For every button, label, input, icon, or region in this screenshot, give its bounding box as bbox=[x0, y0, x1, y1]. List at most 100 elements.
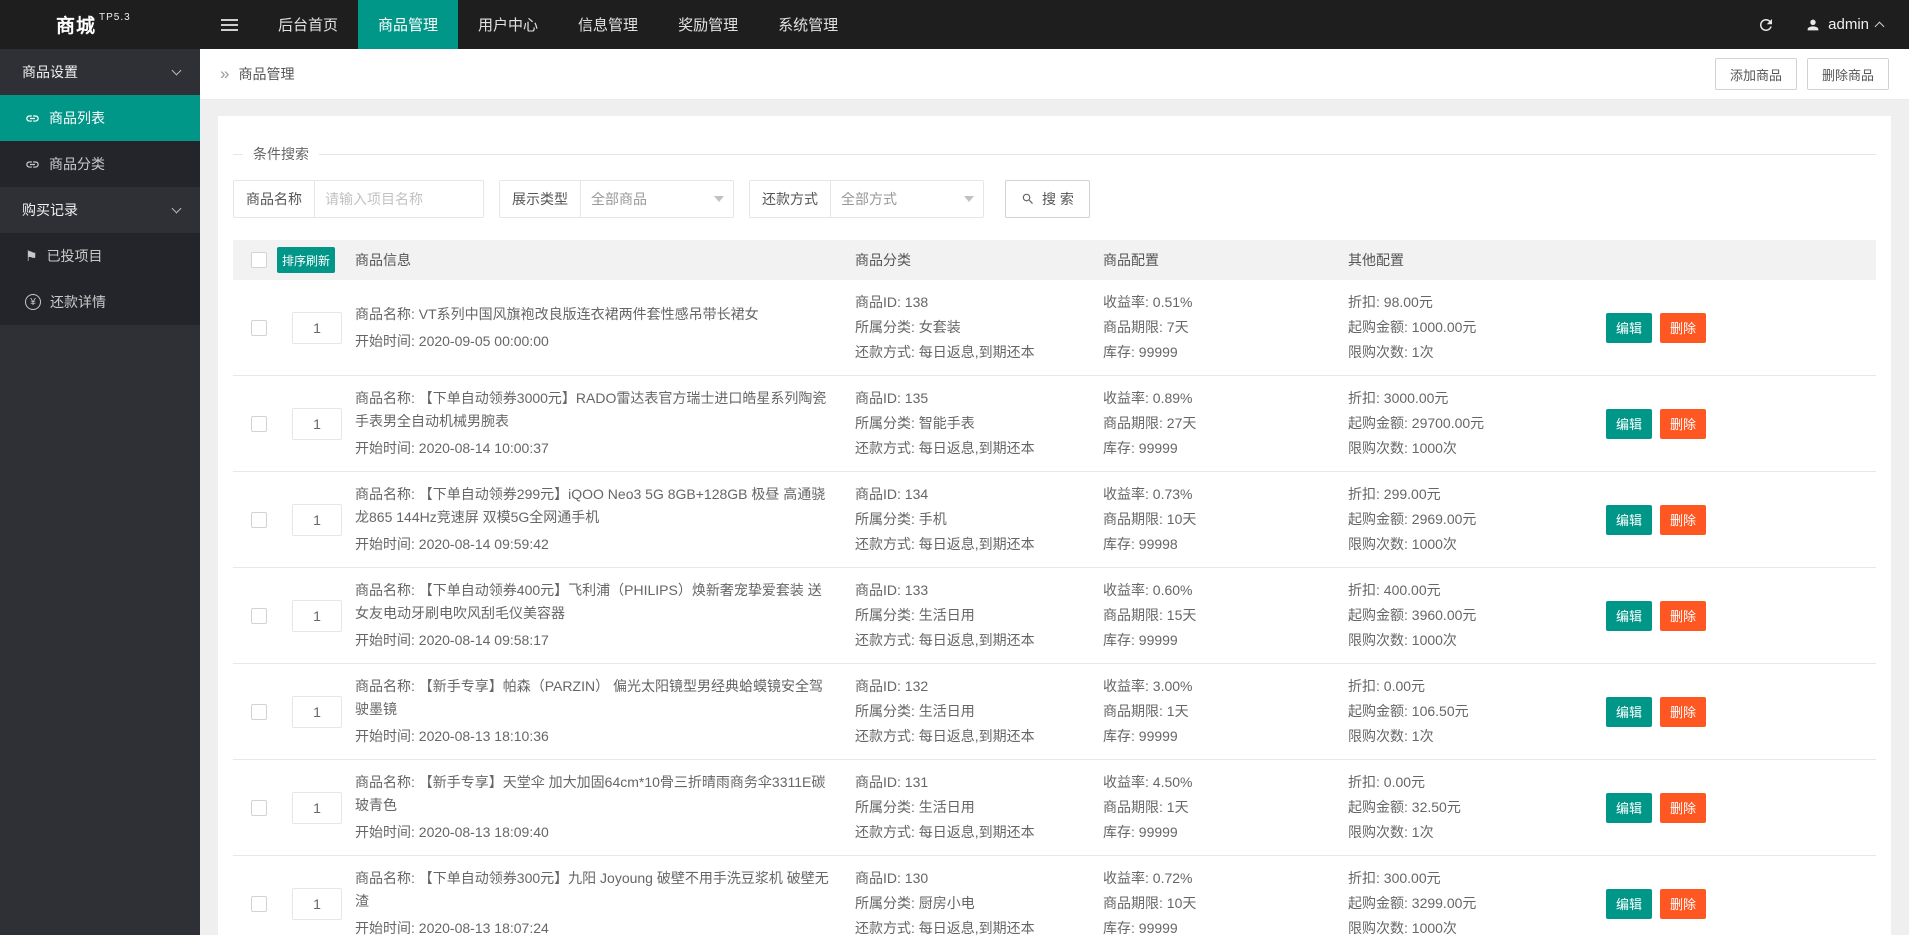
product-discount: 折扣: 0.00元 bbox=[1348, 770, 1594, 795]
row-checkbox[interactable] bbox=[251, 608, 267, 624]
search-button-label: 搜 索 bbox=[1042, 189, 1074, 209]
delete-button[interactable]: 删除 bbox=[1660, 697, 1706, 727]
add-product-button[interactable]: 添加商品 bbox=[1715, 58, 1797, 90]
sidebar-group-purchase-records[interactable]: 购买记录 bbox=[0, 187, 200, 233]
nav-item-product-admin[interactable]: 商品管理 bbox=[358, 0, 458, 49]
delete-button[interactable]: 删除 bbox=[1660, 793, 1706, 823]
sidebar-item-repayment-details[interactable]: ¥ 还款详情 bbox=[0, 279, 200, 325]
product-discount: 折扣: 300.00元 bbox=[1348, 866, 1594, 891]
delete-button[interactable]: 删除 bbox=[1660, 409, 1706, 439]
edit-button[interactable]: 编辑 bbox=[1606, 505, 1652, 535]
sidebar-item-product-list[interactable]: 商品列表 bbox=[0, 95, 200, 141]
product-id: 商品ID: 131 bbox=[855, 770, 1091, 795]
sidebar-item-product-category[interactable]: 商品分类 bbox=[0, 141, 200, 187]
sidebar-item-label: 商品分类 bbox=[49, 154, 105, 174]
row-checkbox[interactable] bbox=[251, 416, 267, 432]
nav-item-system-admin[interactable]: 系统管理 bbox=[758, 0, 858, 49]
product-category: 所属分类: 厨房小电 bbox=[855, 891, 1091, 916]
product-id: 商品ID: 132 bbox=[855, 674, 1091, 699]
select-all-checkbox[interactable] bbox=[251, 252, 267, 268]
product-stock: 库存: 99999 bbox=[1103, 820, 1336, 845]
header-product-config: 商品配置 bbox=[1103, 250, 1348, 270]
delete-button[interactable]: 删除 bbox=[1660, 889, 1706, 919]
edit-button[interactable]: 编辑 bbox=[1606, 889, 1652, 919]
display-type-group: 展示类型 全部商品 bbox=[499, 180, 734, 218]
row-checkbox[interactable] bbox=[251, 320, 267, 336]
logo-text: 商城 bbox=[56, 11, 96, 38]
edit-button[interactable]: 编辑 bbox=[1606, 697, 1652, 727]
link-icon bbox=[25, 157, 40, 172]
sidebar-group-product-settings[interactable]: 商品设置 bbox=[0, 49, 200, 95]
row-checkbox[interactable] bbox=[251, 800, 267, 816]
sort-order-input[interactable] bbox=[292, 792, 342, 824]
product-repay-method: 还款方式: 每日返息,到期还本 bbox=[855, 820, 1091, 845]
product-rate: 收益率: 0.89% bbox=[1103, 386, 1336, 411]
product-min-buy: 起购金额: 32.50元 bbox=[1348, 795, 1594, 820]
product-purchase-limit: 限购次数: 1000次 bbox=[1348, 628, 1594, 653]
sidebar-item-invested-projects[interactable]: ⚑ 已投项目 bbox=[0, 233, 200, 279]
product-name-input[interactable] bbox=[315, 181, 483, 217]
edit-button[interactable]: 编辑 bbox=[1606, 793, 1652, 823]
search-controls: 商品名称 展示类型 全部商品 还款方式 全部方式 bbox=[233, 180, 1876, 218]
sort-order-input[interactable] bbox=[292, 888, 342, 920]
product-stock: 库存: 99999 bbox=[1103, 340, 1336, 365]
product-rate: 收益率: 0.51% bbox=[1103, 290, 1336, 315]
table-row: 商品名称: 【下单自动领券400元】飞利浦（PHILIPS）焕新奢宠挚爱套装 送… bbox=[233, 568, 1876, 664]
product-rate: 收益率: 0.73% bbox=[1103, 482, 1336, 507]
product-period: 商品期限: 1天 bbox=[1103, 795, 1336, 820]
product-category: 所属分类: 生活日用 bbox=[855, 699, 1091, 724]
delete-button[interactable]: 删除 bbox=[1660, 505, 1706, 535]
sort-order-input[interactable] bbox=[292, 696, 342, 728]
delete-button[interactable]: 删除 bbox=[1660, 601, 1706, 631]
nav-item-info-admin[interactable]: 信息管理 bbox=[558, 0, 658, 49]
sort-order-input[interactable] bbox=[292, 312, 342, 344]
row-checkbox[interactable] bbox=[251, 704, 267, 720]
table-row: 商品名称: 【下单自动领券3000元】RADO雷达表官方瑞士进口皓星系列陶瓷手表… bbox=[233, 376, 1876, 472]
header-other-config: 其他配置 bbox=[1348, 250, 1606, 270]
search-icon bbox=[1021, 192, 1035, 206]
display-type-select[interactable]: 全部商品 bbox=[581, 181, 733, 217]
delete-button[interactable]: 删除 bbox=[1660, 313, 1706, 343]
product-rate: 收益率: 3.00% bbox=[1103, 674, 1336, 699]
row-checkbox[interactable] bbox=[251, 512, 267, 528]
nav-item-user-center[interactable]: 用户中心 bbox=[458, 0, 558, 49]
search-button[interactable]: 搜 索 bbox=[1005, 180, 1090, 218]
sort-order-input[interactable] bbox=[292, 504, 342, 536]
product-name: 商品名称: 【新手专享】帕森（PARZIN） 偏光太阳镜型男经典蛤蟆镜安全驾驶墨… bbox=[355, 675, 829, 721]
refresh-icon[interactable] bbox=[1757, 16, 1775, 34]
table-row: 商品名称: 【下单自动领券300元】九阳 Joyoung 破壁不用手洗豆浆机 破… bbox=[233, 856, 1876, 935]
sidebar-item-label: 商品列表 bbox=[49, 108, 105, 128]
repay-method-value: 全部方式 bbox=[841, 189, 897, 209]
product-discount: 折扣: 400.00元 bbox=[1348, 578, 1594, 603]
product-discount: 折扣: 98.00元 bbox=[1348, 290, 1594, 315]
hamburger-icon[interactable] bbox=[200, 0, 258, 49]
page-title: 商品管理 bbox=[238, 64, 294, 84]
breadcrumb-chevrons-icon: » bbox=[220, 64, 229, 84]
repay-method-select[interactable]: 全部方式 bbox=[831, 181, 983, 217]
product-name-group: 商品名称 bbox=[233, 180, 484, 218]
nav-item-dashboard[interactable]: 后台首页 bbox=[258, 0, 358, 49]
sort-refresh-button[interactable]: 排序刷新 bbox=[277, 247, 335, 273]
nav-item-reward-admin[interactable]: 奖励管理 bbox=[658, 0, 758, 49]
product-start-time: 开始时间: 2020-08-14 10:00:37 bbox=[355, 437, 829, 460]
edit-button[interactable]: 编辑 bbox=[1606, 313, 1652, 343]
product-repay-method: 还款方式: 每日返息,到期还本 bbox=[855, 916, 1091, 935]
delete-product-button[interactable]: 删除商品 bbox=[1807, 58, 1889, 90]
product-name: 商品名称: 【下单自动领券400元】飞利浦（PHILIPS）焕新奢宠挚爱套装 送… bbox=[355, 579, 829, 625]
edit-button[interactable]: 编辑 bbox=[1606, 409, 1652, 439]
product-purchase-limit: 限购次数: 1000次 bbox=[1348, 532, 1594, 557]
product-repay-method: 还款方式: 每日返息,到期还本 bbox=[855, 724, 1091, 749]
edit-button[interactable]: 编辑 bbox=[1606, 601, 1652, 631]
row-checkbox[interactable] bbox=[251, 896, 267, 912]
product-period: 商品期限: 15天 bbox=[1103, 603, 1336, 628]
sort-order-input[interactable] bbox=[292, 408, 342, 440]
product-name: 商品名称: VT系列中国风旗袍改良版连衣裙两件套性感吊带长裙女 bbox=[355, 303, 829, 326]
product-min-buy: 起购金额: 3960.00元 bbox=[1348, 603, 1594, 628]
header-product-category: 商品分类 bbox=[855, 250, 1103, 270]
yen-circle-icon: ¥ bbox=[25, 294, 41, 310]
user-menu[interactable]: admin bbox=[1805, 16, 1883, 33]
product-purchase-limit: 限购次数: 1次 bbox=[1348, 340, 1594, 365]
product-category: 所属分类: 生活日用 bbox=[855, 603, 1091, 628]
repay-method-group: 还款方式 全部方式 bbox=[749, 180, 984, 218]
sort-order-input[interactable] bbox=[292, 600, 342, 632]
